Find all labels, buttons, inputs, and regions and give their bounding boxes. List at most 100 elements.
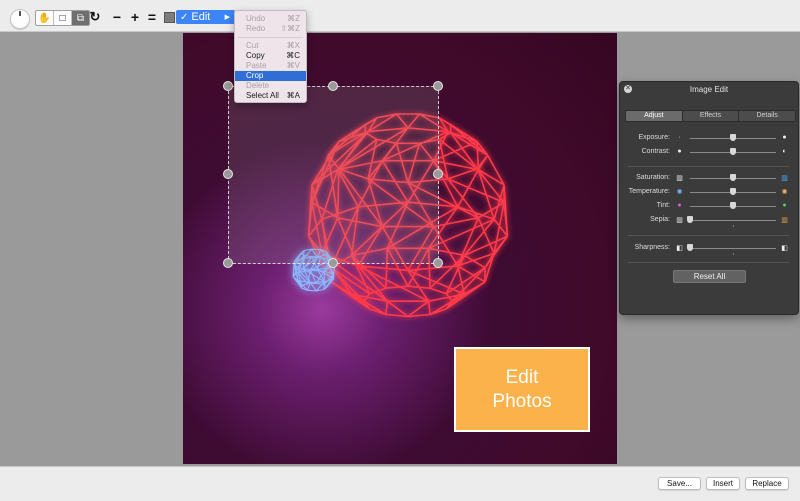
- sepia-high-icon: ▥: [781, 216, 788, 224]
- saturation-label: Saturation:: [636, 174, 670, 181]
- contrast-slider-knob[interactable]: [730, 148, 736, 155]
- image-thumbnail-icon: [164, 12, 175, 23]
- zoom-in-button[interactable]: +: [127, 9, 143, 25]
- tint-magenta-icon: ●: [677, 202, 682, 209]
- sepia-label: Sepia:: [650, 216, 670, 223]
- rotate-icon: ↻: [89, 9, 101, 24]
- check-icon: ✓: [180, 11, 189, 23]
- sharpness-row: Sharpness: ◧ ◧: [620, 243, 798, 255]
- menu-item-shortcut: ⇧⌘Z: [280, 24, 300, 33]
- exposure-label: Exposure:: [638, 134, 670, 141]
- menu-item-shortcut: ⌘C: [286, 51, 300, 60]
- crop-tool-icon: ⧉: [76, 12, 85, 24]
- zoom-out-button[interactable]: −: [109, 9, 125, 25]
- sharpness-label: Sharpness:: [634, 244, 670, 251]
- menu-separator: [238, 37, 303, 38]
- contrast-label: Contrast:: [641, 148, 670, 155]
- crop-handle-top-right[interactable]: [433, 81, 443, 91]
- sepia-row: Sepia: ▥ ▥: [620, 215, 798, 227]
- menu-item-label: Delete: [246, 81, 270, 90]
- tint-row: Tint: ● ●: [620, 201, 798, 211]
- rotate-button[interactable]: ↻: [87, 9, 103, 24]
- hand-tool-button[interactable]: ✋: [36, 11, 54, 25]
- insert-button[interactable]: Insert: [706, 477, 740, 490]
- temperature-cool-icon: ✺: [676, 188, 683, 196]
- replace-button[interactable]: Replace: [745, 477, 789, 490]
- rotate-dial-icon[interactable]: [10, 9, 30, 29]
- sharpness-low-icon: ◧: [676, 244, 683, 252]
- menu-item-label: Undo: [246, 14, 266, 23]
- menu-item-select-all[interactable]: Select All ⌘A: [235, 91, 306, 101]
- edit-menu-label: Edit: [191, 11, 211, 23]
- menu-item-shortcut: ⌘Z: [287, 14, 300, 23]
- contrast-low-icon: ●: [677, 148, 682, 155]
- panel-separator: [628, 235, 789, 236]
- menu-item-shortcut: ⌘A: [286, 91, 300, 100]
- menu-item-label: Copy: [246, 51, 265, 60]
- sharpness-slider-knob[interactable]: [687, 244, 693, 251]
- overlay-line-1: Edit: [505, 366, 539, 388]
- menu-item-shortcut: ⌘X: [286, 41, 300, 50]
- saturation-low-icon: ▥: [676, 174, 683, 182]
- crop-handle-bottom-left[interactable]: [223, 258, 233, 268]
- sharpness-high-icon: ◧: [781, 244, 788, 252]
- temperature-warm-icon: ✺: [781, 188, 788, 196]
- panel-tabs: Adjust Effects Details: [625, 110, 796, 122]
- temperature-label: Temperature:: [628, 188, 670, 195]
- zoom-in-icon: +: [130, 9, 140, 25]
- panel-title: Image Edit: [689, 85, 729, 94]
- crop-handle-right[interactable]: [433, 169, 443, 179]
- crop-handle-bottom-right[interactable]: [433, 258, 443, 268]
- exposure-low-icon: ·: [678, 134, 681, 141]
- toolbar: ✋ □ ⧉ ↻ − + = ✓ Edit ▶: [0, 0, 800, 32]
- marquee-tool-icon: □: [59, 12, 66, 24]
- crop-handle-top-left[interactable]: [223, 81, 233, 91]
- tool-segment: ✋ □ ⧉: [35, 10, 90, 26]
- saturation-high-icon: ▥: [781, 174, 788, 182]
- sepia-slider[interactable]: [690, 220, 776, 221]
- tab-details[interactable]: Details: [739, 111, 795, 121]
- menu-item-delete[interactable]: Delete: [235, 81, 306, 91]
- edit-dropdown-menu: Undo ⌘Z Redo ⇧⌘Z Cut ⌘X Copy ⌘C Paste ⌘V Crop…: [234, 10, 307, 103]
- sharpness-slider[interactable]: [690, 248, 776, 249]
- hand-tool-icon: ✋: [38, 12, 51, 24]
- saturation-slider-knob[interactable]: [730, 174, 736, 181]
- menu-item-crop[interactable]: Crop: [235, 71, 306, 81]
- temperature-slider-knob[interactable]: [730, 188, 736, 195]
- zoom-out-icon: −: [112, 9, 122, 25]
- menu-item-cut[interactable]: Cut ⌘X: [235, 41, 306, 51]
- menu-item-copy[interactable]: Copy ⌘C: [235, 51, 306, 61]
- reset-all-button[interactable]: Reset All: [673, 270, 746, 283]
- crop-handle-left[interactable]: [223, 169, 233, 179]
- menu-item-label: Redo: [246, 24, 266, 33]
- exposure-row: Exposure: · ●: [620, 133, 798, 143]
- contrast-row: Contrast: ● ◐: [620, 147, 798, 157]
- save-button[interactable]: Save...: [658, 477, 701, 490]
- sepia-center-tick: [733, 225, 734, 227]
- edit-menu[interactable]: ✓ Edit ▶: [176, 10, 235, 24]
- crop-handle-top[interactable]: [328, 81, 338, 91]
- exposure-high-icon: ●: [782, 134, 787, 141]
- marquee-tool-button[interactable]: □: [54, 11, 72, 25]
- tab-adjust[interactable]: Adjust: [626, 111, 683, 121]
- edit-photos-overlay[interactable]: Edit Photos: [454, 347, 590, 432]
- panel-separator: [628, 262, 789, 263]
- menu-item-undo[interactable]: Undo ⌘Z: [235, 14, 306, 24]
- tint-slider-knob[interactable]: [730, 202, 736, 209]
- menu-item-label: Cut: [246, 41, 259, 50]
- actual-size-icon: =: [147, 9, 157, 25]
- tint-label: Tint:: [656, 202, 670, 209]
- crop-selection[interactable]: [228, 86, 439, 264]
- tab-effects[interactable]: Effects: [682, 111, 740, 121]
- sepia-slider-knob[interactable]: [687, 216, 693, 223]
- panel-separator: [628, 166, 789, 167]
- menu-item-label: Select All: [246, 91, 279, 100]
- exposure-slider-knob[interactable]: [730, 134, 736, 141]
- overlay-line-2: Photos: [492, 390, 552, 412]
- menu-item-redo[interactable]: Redo ⇧⌘Z: [235, 24, 306, 34]
- contrast-high-icon: ◐: [782, 148, 787, 155]
- submenu-arrow-icon: ▶: [224, 14, 230, 21]
- menu-item-paste[interactable]: Paste ⌘V: [235, 61, 306, 71]
- crop-handle-bottom[interactable]: [328, 258, 338, 268]
- actual-size-button[interactable]: =: [144, 9, 160, 25]
